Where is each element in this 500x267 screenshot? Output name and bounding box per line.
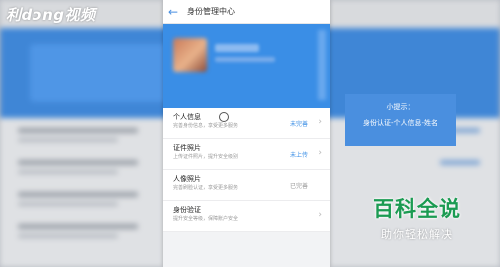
tip-heading: 小提示：: [386, 103, 415, 111]
identity-list: 个人信息 完善身份信息，享受更多服务 未完善 › 证件照片 上传证件照片，提升安…: [163, 108, 330, 232]
phone-screen: ← 身份管理中心 个人信息 完善身份信息，享受更多服务 未完善 › 证件照片 上…: [163, 0, 330, 267]
app-bar: ← 身份管理中心: [163, 0, 330, 24]
profile-banner: [163, 24, 330, 108]
page-title: 身份管理中心: [187, 7, 235, 16]
brand-watermark: 百科全说 助你轻松解决: [362, 193, 472, 242]
brand-slogan: 助你轻松解决: [381, 228, 453, 241]
tip-box: 小提示： 身份认证-个人信息-姓名: [345, 94, 456, 146]
list-item-personal-info[interactable]: 个人信息 完善身份信息，享受更多服务 未完善 ›: [163, 108, 330, 139]
status-badge: 未上传: [289, 152, 308, 159]
cursor-indicator-icon: [219, 112, 229, 122]
status-badge: 未完善: [289, 121, 308, 128]
phone-bottom-area: [163, 232, 330, 267]
status-badge: 已完善: [289, 183, 308, 190]
list-item-face-photo[interactable]: 人像照片 完善刷脸认证，享受更多服务 已完善: [163, 170, 330, 201]
chevron-right-icon: ›: [318, 210, 322, 220]
chevron-right-icon: ›: [318, 117, 322, 127]
list-item-desc: 提升安全等级，保障账户安全: [173, 216, 239, 222]
arrow-left-icon[interactable]: ←: [163, 5, 183, 19]
blurred-subtitle: [215, 57, 275, 62]
video-watermark-logo: 利dɔng视频: [6, 6, 96, 24]
chevron-right-icon: ›: [318, 148, 322, 158]
banner-edge: [318, 30, 326, 100]
tip-text: 身份认证-个人信息-姓名: [362, 119, 439, 127]
list-item-identity-verify[interactable]: 身份验证 提升安全等级，保障账户安全 ›: [163, 201, 330, 232]
list-item-id-photo[interactable]: 证件照片 上传证件照片，提升安全级别 未上传 ›: [163, 139, 330, 170]
brand-name: 百科全说: [373, 197, 461, 221]
avatar: [173, 38, 207, 72]
blurred-name: [215, 44, 259, 52]
list-item-title: 身份验证: [173, 206, 201, 214]
